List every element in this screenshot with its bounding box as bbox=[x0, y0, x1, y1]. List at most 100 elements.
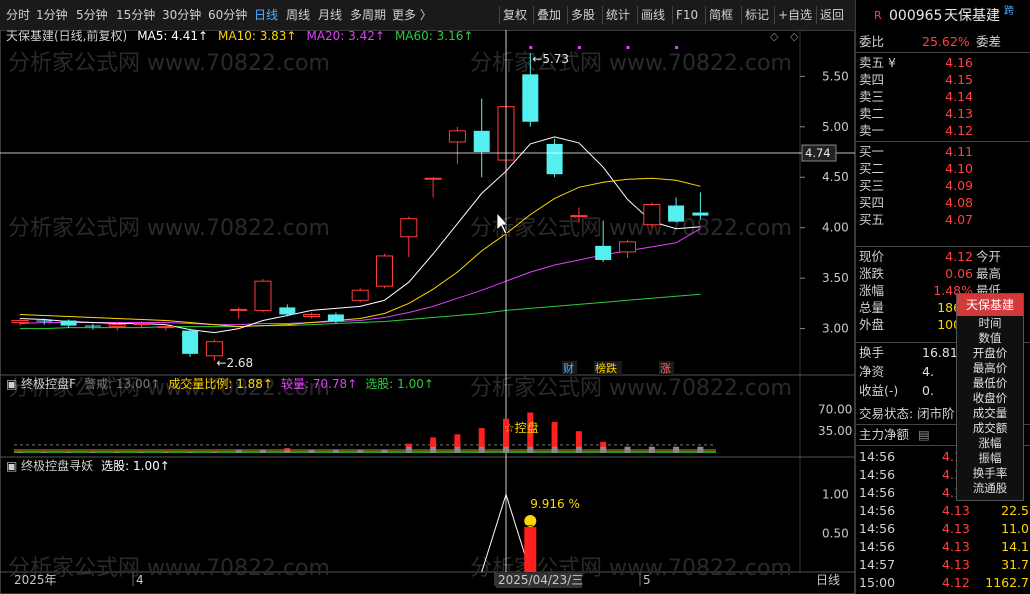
tool-button-3[interactable]: 统计 bbox=[606, 0, 630, 30]
ask-label: 卖一 bbox=[859, 123, 885, 138]
period-tab-1[interactable]: 1分钟 bbox=[36, 0, 68, 30]
ind1-gray-bar bbox=[357, 449, 364, 453]
kline-chart-area[interactable]: 分析家公式网 www.70822.com 分析家公式网 www.70822.com… bbox=[0, 30, 855, 594]
ask-row-5[interactable]: 卖五 ¥ 4.16 bbox=[856, 54, 1030, 71]
ask-row-3[interactable]: 卖三 4.14 bbox=[856, 88, 1030, 105]
candle[interactable] bbox=[60, 319, 77, 328]
ind1-gray-bar bbox=[600, 446, 607, 453]
bid-row-3[interactable]: 买三 4.09 bbox=[856, 177, 1030, 194]
candle[interactable] bbox=[84, 323, 101, 330]
period-tab-4[interactable]: 30分钟 bbox=[162, 0, 201, 30]
tick-volume: 22.5 bbox=[1001, 503, 1029, 518]
candle[interactable] bbox=[254, 279, 272, 313]
bid-price: 4.08 bbox=[945, 195, 973, 210]
bid-row-2[interactable]: 买二 4.10 bbox=[856, 160, 1030, 177]
chart-settings-icon[interactable]: ◇ bbox=[770, 30, 779, 43]
tick-price: 4.12 bbox=[942, 575, 970, 590]
ind1-gray-bar bbox=[527, 446, 534, 453]
tick-row-6: 14:57 4.13 31.7 bbox=[856, 556, 1030, 573]
period-tab-5[interactable]: 60分钟 bbox=[208, 0, 247, 30]
ask-row-4[interactable]: 卖四 4.15 bbox=[856, 71, 1030, 88]
candle-body bbox=[400, 218, 418, 238]
chart-canvas[interactable]: 分析家公式网 www.70822.com 分析家公式网 www.70822.com… bbox=[0, 30, 855, 594]
event-badge-1[interactable]: 榜跌 bbox=[595, 361, 617, 375]
high-price-label: ←5.73 bbox=[532, 52, 569, 66]
candle[interactable] bbox=[182, 328, 199, 357]
candle[interactable] bbox=[473, 98, 490, 178]
candle-body bbox=[692, 212, 709, 216]
ind1-gray-bar bbox=[284, 449, 291, 453]
event-badge-2[interactable]: 涨 bbox=[660, 362, 671, 375]
candle[interactable] bbox=[448, 126, 466, 165]
period-tab-6[interactable]: 日线 bbox=[254, 0, 278, 30]
candle[interactable] bbox=[692, 192, 709, 220]
quote-label: 现价 bbox=[859, 249, 885, 264]
tick-row-3: 14:56 4.13 22.5 bbox=[856, 502, 1030, 519]
chart-settings-icon-2[interactable]: ◇ bbox=[790, 30, 799, 43]
candle[interactable] bbox=[643, 202, 661, 228]
period-tab-10[interactable]: 更多 〉 bbox=[392, 0, 432, 30]
ind1-gray-bar bbox=[308, 449, 315, 453]
hover-info-popup: 天保基建 时间 数值 开盘价 最高价 最低价 收盘价 成交量 成交额 涨幅 振幅 换手率 流通股 bbox=[956, 293, 1024, 501]
tool-button-9[interactable]: 返回 bbox=[820, 0, 844, 30]
toolbar-separator bbox=[705, 6, 706, 24]
tick-time: 15:00 bbox=[859, 575, 896, 590]
ind1-gray-bar bbox=[697, 446, 704, 453]
tool-button-5[interactable]: F10 bbox=[676, 0, 698, 30]
stat-label: 换手 bbox=[859, 345, 885, 360]
tool-button-6[interactable]: 简框 bbox=[709, 0, 733, 30]
candle-body bbox=[108, 324, 126, 328]
indicator2-title: ▣ 终极控盘寻妖 选股: 1.00↑ bbox=[6, 458, 170, 473]
candle[interactable] bbox=[230, 307, 248, 319]
tick-time: 14:56 bbox=[859, 485, 896, 500]
candle-body bbox=[448, 130, 466, 143]
candle[interactable] bbox=[11, 318, 29, 326]
tool-button-0[interactable]: 复权 bbox=[503, 0, 527, 30]
candle[interactable] bbox=[424, 177, 442, 198]
period-tab-8[interactable]: 月线 bbox=[318, 0, 342, 30]
candle[interactable] bbox=[351, 288, 369, 303]
tick-price: 4.13 bbox=[942, 539, 970, 554]
candle[interactable] bbox=[303, 312, 321, 319]
toolbar-separator bbox=[602, 6, 603, 24]
marker-badge: 跨 bbox=[1004, 6, 1014, 17]
bid-row-5[interactable]: 买五 4.07 bbox=[856, 211, 1030, 228]
bid-row-1[interactable]: 买一 4.11 bbox=[856, 143, 1030, 160]
ma-legend-3: MA60: 3.16↑ bbox=[395, 30, 473, 43]
stat-value: 16.81 bbox=[922, 345, 958, 360]
candle[interactable] bbox=[400, 216, 418, 257]
ind1-gray-bar bbox=[332, 449, 339, 453]
ask-row-2[interactable]: 卖二 4.13 bbox=[856, 105, 1030, 122]
ind1-gray-bar bbox=[235, 449, 242, 453]
period-tab-3[interactable]: 15分钟 bbox=[116, 0, 155, 30]
bid-row-4[interactable]: 买四 4.08 bbox=[856, 194, 1030, 211]
candle-body bbox=[376, 255, 393, 287]
candle[interactable] bbox=[619, 239, 636, 258]
tick-volume: 14.1 bbox=[1001, 539, 1029, 554]
watermark-text: 分析家公式网 www.70822.com bbox=[470, 216, 792, 241]
event-badge-0[interactable]: 财 bbox=[563, 361, 574, 375]
candle-body bbox=[133, 323, 150, 326]
x-axis-label-3: 5 bbox=[643, 573, 651, 587]
period-tab-9[interactable]: 多周期 bbox=[350, 0, 386, 30]
ask-row-1[interactable]: 卖一 4.12 bbox=[856, 122, 1030, 139]
panel-separator bbox=[856, 246, 1030, 247]
period-tab-0[interactable]: 分时 bbox=[6, 0, 30, 30]
tick-time: 14:56 bbox=[859, 503, 896, 518]
ind1-gray-bar bbox=[260, 449, 266, 453]
period-tab-7[interactable]: 周线 bbox=[286, 0, 310, 30]
candle[interactable] bbox=[376, 253, 393, 289]
ind1-gray-bar bbox=[648, 446, 655, 453]
candle-body bbox=[424, 177, 442, 180]
tool-button-2[interactable]: 多股 bbox=[571, 0, 595, 30]
ind1-y-tick: 35.00 bbox=[818, 424, 852, 438]
tool-button-1[interactable]: 叠加 bbox=[537, 0, 561, 30]
tool-button-4[interactable]: 画线 bbox=[641, 0, 665, 30]
candle[interactable] bbox=[668, 197, 685, 223]
candle[interactable] bbox=[546, 138, 563, 178]
quote-label-2: 今开 bbox=[976, 249, 1002, 264]
x-axis-period[interactable]: 日线 bbox=[816, 573, 840, 587]
period-tab-2[interactable]: 5分钟 bbox=[76, 0, 108, 30]
tool-button-7[interactable]: 标记 bbox=[745, 0, 769, 30]
tool-button-8[interactable]: +自选 bbox=[778, 0, 812, 30]
